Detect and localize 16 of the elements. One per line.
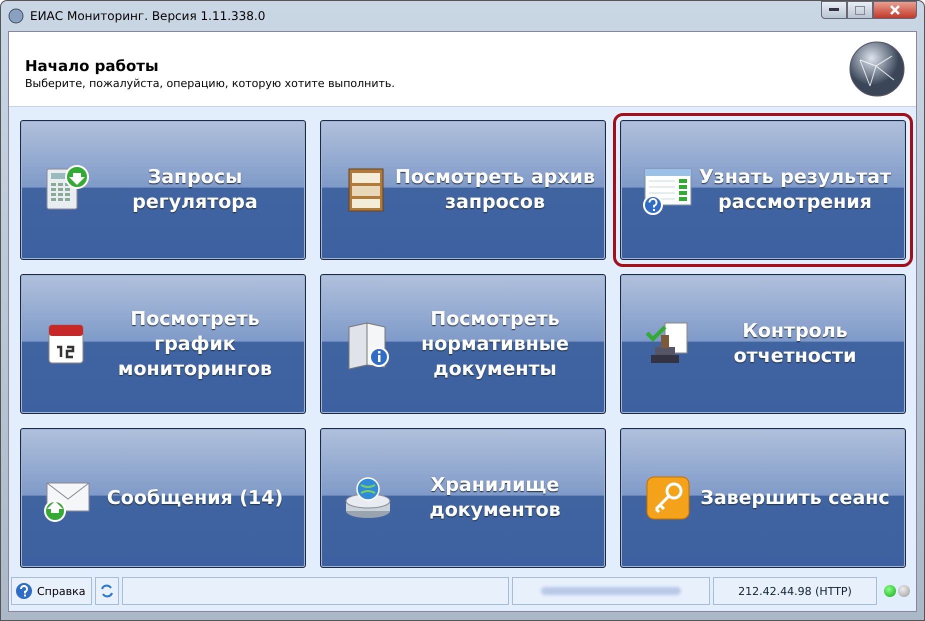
page-title: Начало работы bbox=[25, 56, 160, 74]
close-icon bbox=[890, 5, 900, 15]
maximize-button[interactable] bbox=[847, 1, 873, 19]
window-title: ЕИАС Мониторинг. Версия 1.11.338.0 bbox=[30, 9, 266, 23]
minimize-button[interactable] bbox=[821, 1, 847, 19]
operation-tile[interactable]: Узнать результат рассмотрения bbox=[613, 113, 913, 267]
close-button[interactable] bbox=[873, 1, 917, 19]
connection-address: 212.42.44.98 (HTTP) bbox=[738, 584, 852, 598]
refresh-button[interactable] bbox=[95, 577, 120, 605]
help-icon bbox=[15, 582, 33, 600]
minimize-icon bbox=[829, 8, 839, 12]
page-subtitle: Выберите, пожалуйста, операцию, которую хотите выполнить. bbox=[25, 76, 395, 90]
maximize-icon bbox=[855, 6, 865, 14]
refresh-icon bbox=[99, 583, 116, 599]
globe-icon bbox=[848, 40, 906, 98]
help-button[interactable]: Справка bbox=[11, 577, 92, 605]
